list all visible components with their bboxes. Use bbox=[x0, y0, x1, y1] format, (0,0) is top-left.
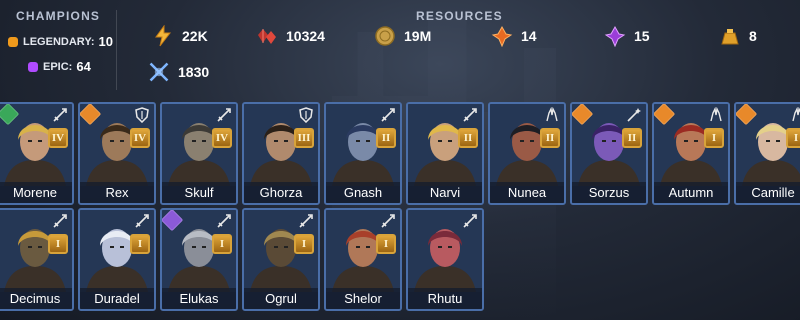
champions-title: CHAMPIONS bbox=[16, 9, 101, 23]
epic-count-value: 64 bbox=[76, 59, 91, 74]
resource-ancient-shards[interactable]: 14 bbox=[491, 25, 537, 47]
rank-badge: IV bbox=[130, 128, 150, 148]
attack-role-icon bbox=[215, 212, 233, 230]
ancient-shards-value: 14 bbox=[521, 28, 537, 44]
purple-shard-icon bbox=[604, 25, 626, 47]
champion-card-skulf[interactable]: IV Skulf bbox=[160, 102, 238, 205]
champion-name: Ghorza bbox=[244, 182, 318, 203]
resource-silver[interactable]: 19M bbox=[374, 25, 431, 47]
legendary-count: LEGENDARY: 10 bbox=[8, 34, 113, 49]
attack-role-icon bbox=[215, 106, 233, 124]
champion-card-elukas[interactable]: I Elukas bbox=[160, 208, 238, 311]
epic-rarity-icon bbox=[28, 61, 38, 72]
lightning-energy-icon bbox=[152, 25, 174, 47]
champion-card-morene[interactable]: IV Morene bbox=[0, 102, 74, 205]
arena-tokens-value: 1830 bbox=[178, 64, 210, 80]
champion-name: Rex bbox=[80, 182, 154, 203]
attack-role-icon bbox=[51, 106, 69, 124]
gold-bag-icon bbox=[719, 25, 741, 47]
resource-gold-bag[interactable]: 8 bbox=[719, 25, 757, 47]
rank-badge: I bbox=[212, 234, 232, 254]
rank-badge: II bbox=[540, 128, 560, 148]
energy-value: 22K bbox=[182, 28, 208, 44]
resource-energy[interactable]: 22K bbox=[152, 25, 208, 47]
support-role-icon bbox=[789, 106, 800, 124]
rank-badge: I bbox=[130, 234, 150, 254]
gems-value: 10324 bbox=[286, 28, 325, 44]
champion-card-nunea[interactable]: II Nunea bbox=[488, 102, 566, 205]
champion-card-ogrul[interactable]: I Ogrul bbox=[242, 208, 320, 311]
champion-card-camille[interactable]: I Camille bbox=[734, 102, 800, 205]
support-role-icon bbox=[707, 106, 725, 124]
attack-role-icon bbox=[379, 212, 397, 230]
resource-gems[interactable]: 10324 bbox=[256, 25, 325, 47]
rank-badge: I bbox=[704, 128, 724, 148]
champion-name: Rhutu bbox=[408, 288, 482, 309]
gold-bag-value: 8 bbox=[749, 28, 757, 44]
champion-card-shelor[interactable]: I Shelor bbox=[324, 208, 402, 311]
attack-role-icon bbox=[461, 106, 479, 124]
champion-name: Narvi bbox=[408, 182, 482, 203]
champion-name: Shelor bbox=[326, 288, 400, 309]
resource-void-shards[interactable]: 15 bbox=[604, 25, 650, 47]
defense-role-icon bbox=[133, 106, 151, 124]
champion-card-duradel[interactable]: I Duradel bbox=[78, 208, 156, 311]
legendary-label: LEGENDARY: bbox=[23, 35, 95, 48]
champion-name: Skulf bbox=[162, 182, 236, 203]
rank-badge: I bbox=[786, 128, 800, 148]
orange-shard-icon bbox=[491, 25, 513, 47]
champion-card-ghorza[interactable]: III Ghorza bbox=[242, 102, 320, 205]
champion-name: Duradel bbox=[80, 288, 154, 309]
champion-card-gnash[interactable]: II Gnash bbox=[324, 102, 402, 205]
epic-label: EPIC: bbox=[43, 60, 73, 73]
gold-coin-icon bbox=[374, 25, 396, 47]
champion-name: Camille bbox=[736, 182, 800, 203]
champion-card-decimus[interactable]: I Decimus bbox=[0, 208, 74, 311]
champion-card-autumn[interactable]: I Autumn bbox=[652, 102, 730, 205]
rank-badge: IV bbox=[48, 128, 68, 148]
champion-name: Autumn bbox=[654, 182, 728, 203]
champion-name: Decimus bbox=[0, 288, 72, 309]
champion-name: Nunea bbox=[490, 182, 564, 203]
champion-name: Sorzus bbox=[572, 182, 646, 203]
red-ruby-gems-icon bbox=[256, 25, 278, 47]
silver-value: 19M bbox=[404, 28, 432, 44]
magic-role-icon bbox=[625, 106, 643, 124]
champion-card-narvi[interactable]: II Narvi bbox=[406, 102, 484, 205]
epic-count: EPIC: 64 bbox=[28, 59, 91, 74]
defense-role-icon bbox=[297, 106, 315, 124]
legendary-rarity-icon bbox=[8, 36, 18, 47]
champion-card-rhutu[interactable]: Rhutu bbox=[406, 208, 484, 311]
crossed-swords-arena-icon bbox=[148, 61, 170, 83]
attack-role-icon bbox=[51, 212, 69, 230]
panel-divider bbox=[116, 10, 117, 90]
rank-badge: IV bbox=[212, 128, 232, 148]
resources-title: RESOURCES bbox=[416, 9, 503, 23]
void-shards-value: 15 bbox=[634, 28, 650, 44]
attack-role-icon bbox=[133, 212, 151, 230]
champion-name: Gnash bbox=[326, 182, 400, 203]
champion-name: Elukas bbox=[162, 288, 236, 309]
rank-badge: III bbox=[294, 128, 314, 148]
legendary-count-value: 10 bbox=[98, 34, 113, 49]
champion-card-rex[interactable]: IV Rex bbox=[78, 102, 156, 205]
rank-badge: II bbox=[622, 128, 642, 148]
rank-badge: II bbox=[376, 128, 396, 148]
rank-badge: I bbox=[48, 234, 68, 254]
rank-badge: I bbox=[376, 234, 396, 254]
champion-card-sorzus[interactable]: II Sorzus bbox=[570, 102, 648, 205]
rank-badge: II bbox=[458, 128, 478, 148]
attack-role-icon bbox=[379, 106, 397, 124]
attack-role-icon bbox=[297, 212, 315, 230]
support-role-icon bbox=[543, 106, 561, 124]
rank-badge: I bbox=[294, 234, 314, 254]
attack-role-icon bbox=[461, 212, 479, 230]
resource-arena-tokens[interactable]: 1830 bbox=[148, 61, 209, 83]
champion-name: Ogrul bbox=[244, 288, 318, 309]
champion-name: Morene bbox=[0, 182, 72, 203]
